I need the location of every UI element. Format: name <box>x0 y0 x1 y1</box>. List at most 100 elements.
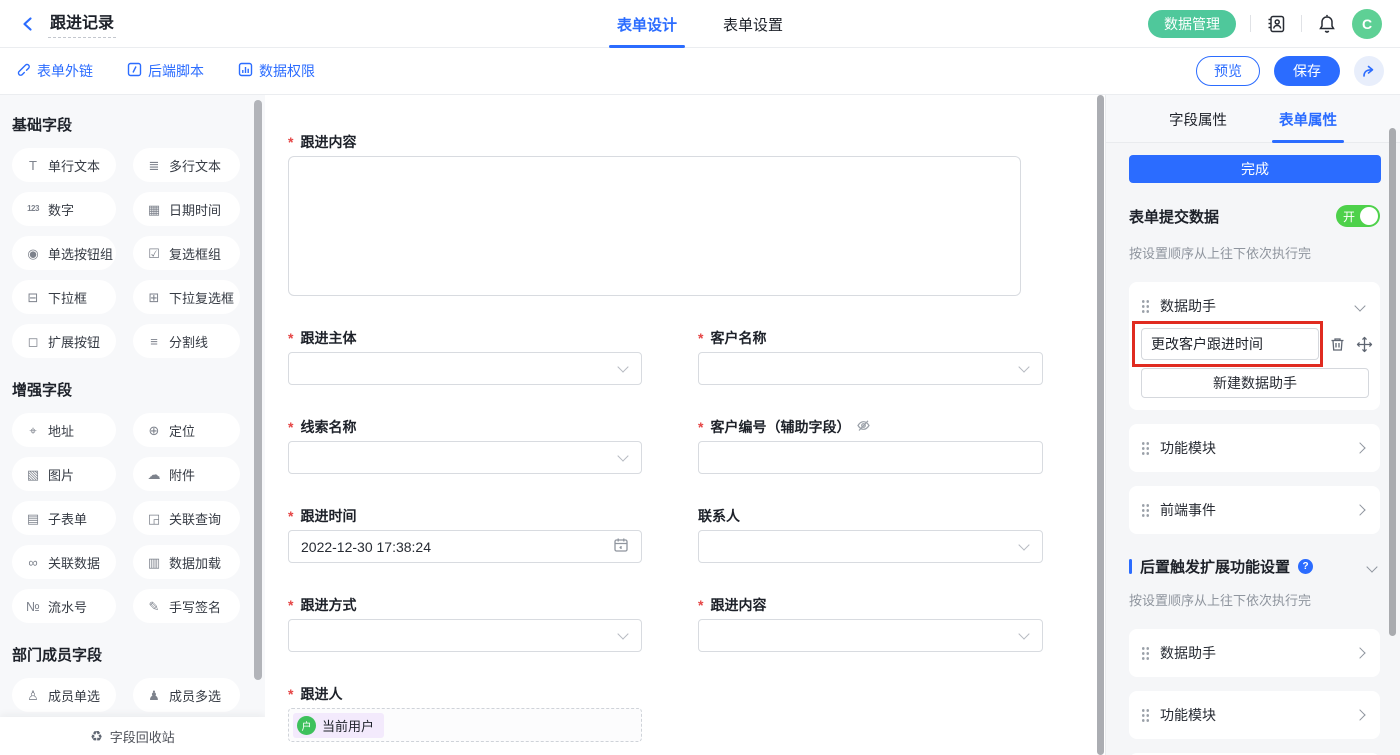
panel-card-功能模块[interactable]: 功能模块 <box>1129 691 1380 739</box>
field-pill-data-load[interactable]: ▥数据加载 <box>133 545 240 579</box>
drag-handle-icon[interactable] <box>1141 441 1150 456</box>
panel-card-功能模块[interactable]: 功能模块 <box>1129 424 1380 472</box>
canvas-field-2[interactable]: *客户名称 <box>698 328 1043 385</box>
chevron-down-icon[interactable] <box>1366 561 1377 572</box>
select-control[interactable] <box>288 619 642 652</box>
canvas-field-4[interactable]: *客户编号（辅助字段） <box>698 417 1043 474</box>
user-avatar[interactable]: C <box>1352 9 1382 39</box>
attachment-icon: ☁ <box>146 468 162 481</box>
submit-data-title: 表单提交数据 <box>1129 206 1219 227</box>
data-helper-name-input[interactable] <box>1141 328 1319 360</box>
field-recycle-bin[interactable]: ♻ 字段回收站 <box>0 717 265 755</box>
canvas-field-3[interactable]: *线索名称 <box>288 417 642 474</box>
field-pill-divider[interactable]: ≡分割线 <box>133 324 240 358</box>
select-control[interactable] <box>288 352 642 385</box>
panel-tab-form-props[interactable]: 表单属性 <box>1279 95 1337 143</box>
field-pill-attachment[interactable]: ☁附件 <box>133 457 240 491</box>
panel-tab-field-props[interactable]: 字段属性 <box>1169 95 1227 143</box>
field-pill-number[interactable]: 123数字 <box>12 192 116 226</box>
canvas-field-5[interactable]: *跟进时间2022-12-30 17:38:24 <box>288 506 642 563</box>
chevron-down-icon[interactable] <box>1354 300 1365 311</box>
page-title[interactable]: 跟进记录 <box>48 9 116 38</box>
notification-bell-icon[interactable] <box>1316 13 1338 35</box>
move-icon[interactable] <box>1356 336 1373 353</box>
share-button[interactable] <box>1354 56 1384 86</box>
panel-scrollbar[interactable] <box>1389 128 1396 636</box>
submit-data-toggle[interactable]: 开 <box>1336 205 1380 227</box>
panel-card-前端事件[interactable]: 前端事件 <box>1129 486 1380 534</box>
field-pill-multi-line-text[interactable]: ≣多行文本 <box>133 148 240 182</box>
input-control[interactable] <box>698 441 1043 474</box>
field-pill-image[interactable]: ▧图片 <box>12 457 116 491</box>
chevron-down-icon <box>1018 361 1029 372</box>
select-control[interactable] <box>698 352 1043 385</box>
field-pill-member-single[interactable]: ♙成员单选 <box>12 678 116 712</box>
textarea-control[interactable] <box>288 156 1021 296</box>
drag-handle-icon[interactable] <box>1141 503 1150 518</box>
field-pill-extend-button[interactable]: ◻扩展按钮 <box>12 324 116 358</box>
field-pill-subform[interactable]: ▤子表单 <box>12 501 116 535</box>
chevron-right-icon[interactable] <box>1354 709 1365 720</box>
drag-handle-icon[interactable] <box>1141 299 1150 314</box>
header-tab-form-settings[interactable]: 表单设置 <box>723 0 783 48</box>
data-manage-button[interactable]: 数据管理 <box>1148 10 1236 38</box>
panel-card-数据助手[interactable]: 数据助手 <box>1129 629 1380 677</box>
post-trigger-section-header[interactable]: 后置触发扩展功能设置 ? <box>1129 556 1380 577</box>
field-pill-single-line-text[interactable]: T单行文本 <box>12 148 116 182</box>
eye-hidden-icon[interactable] <box>856 418 871 436</box>
datetime-control[interactable]: 2022-12-30 17:38:24 <box>288 530 642 563</box>
delete-icon[interactable] <box>1329 336 1346 353</box>
execute-order-hint: 按设置顺序从上往下依次执行完 <box>1129 590 1380 609</box>
field-pill-location[interactable]: ⊕定位 <box>133 413 240 447</box>
drag-handle-icon[interactable] <box>1141 708 1150 723</box>
select-control[interactable] <box>698 530 1043 563</box>
member-control[interactable]: 户当前用户 <box>288 708 642 742</box>
field-pill-radio-group[interactable]: ◉单选按钮组 <box>12 236 116 270</box>
field-pill-address[interactable]: ⌖地址 <box>12 413 116 447</box>
field-pill-signature[interactable]: ✎手写签名 <box>133 589 240 623</box>
single-line-text-icon: T <box>25 159 41 172</box>
select-control[interactable] <box>698 619 1043 652</box>
sidebar-scrollbar[interactable] <box>254 100 262 680</box>
section-bar <box>1129 559 1132 574</box>
canvas-field-8[interactable]: *跟进内容 <box>698 595 1043 652</box>
panel-card-数据助手[interactable]: 数据助手新建数据助手 <box>1129 282 1380 410</box>
field-pill-dropdown[interactable]: ⊟下拉框 <box>12 280 116 314</box>
field-pill-serial-number[interactable]: №流水号 <box>12 589 116 623</box>
field-label: *线索名称 <box>288 417 642 437</box>
toolbar-link-0[interactable]: 表单外链 <box>16 61 93 81</box>
canvas-field-9[interactable]: *跟进人户当前用户 <box>288 684 642 742</box>
field-pill-related-data[interactable]: ∞关联数据 <box>12 545 116 579</box>
toolbar-link-2[interactable]: 数据权限 <box>238 61 315 81</box>
header-tab-form-design[interactable]: 表单设计 <box>617 0 677 48</box>
drag-handle-icon[interactable] <box>1141 646 1150 661</box>
back-icon[interactable] <box>18 14 38 34</box>
member-tag[interactable]: 户当前用户 <box>293 713 384 738</box>
canvas-field-6[interactable]: 联系人 <box>698 506 1043 563</box>
address-book-icon[interactable] <box>1265 13 1287 35</box>
chevron-down-icon <box>1018 539 1029 550</box>
required-asterisk: * <box>288 134 293 150</box>
canvas-field-0[interactable]: *跟进内容 <box>288 132 1021 296</box>
chevron-right-icon[interactable] <box>1354 442 1365 453</box>
done-button[interactable]: 完成 <box>1129 155 1381 183</box>
field-pill-related-query[interactable]: ◲关联查询 <box>133 501 240 535</box>
canvas-scrollbar[interactable] <box>1097 95 1104 755</box>
field-label: *跟进主体 <box>288 328 642 348</box>
toolbar-link-1[interactable]: 后端脚本 <box>127 61 204 81</box>
field-pill-datetime[interactable]: ▦日期时间 <box>133 192 240 226</box>
form-design-canvas[interactable]: *跟进内容 *跟进主体 *客户名称 *线索名称 *客户编号（辅助字段） *跟进时间2022… <box>265 95 1097 755</box>
canvas-field-7[interactable]: *跟进方式 <box>288 595 642 652</box>
chevron-right-icon[interactable] <box>1354 647 1365 658</box>
save-button[interactable]: 保存 <box>1274 56 1340 86</box>
question-icon[interactable]: ? <box>1298 559 1313 574</box>
canvas-field-1[interactable]: *跟进主体 <box>288 328 642 385</box>
field-pill-member-multi[interactable]: ♟成员多选 <box>133 678 240 712</box>
radio-group-icon: ◉ <box>25 247 41 260</box>
field-pill-multi-dropdown[interactable]: ⊞下拉复选框 <box>133 280 240 314</box>
field-pill-checkbox-group[interactable]: ☑复选框组 <box>133 236 240 270</box>
preview-button[interactable]: 预览 <box>1196 56 1260 86</box>
select-control[interactable] <box>288 441 642 474</box>
chevron-right-icon[interactable] <box>1354 504 1365 515</box>
code-script-icon <box>127 62 142 80</box>
